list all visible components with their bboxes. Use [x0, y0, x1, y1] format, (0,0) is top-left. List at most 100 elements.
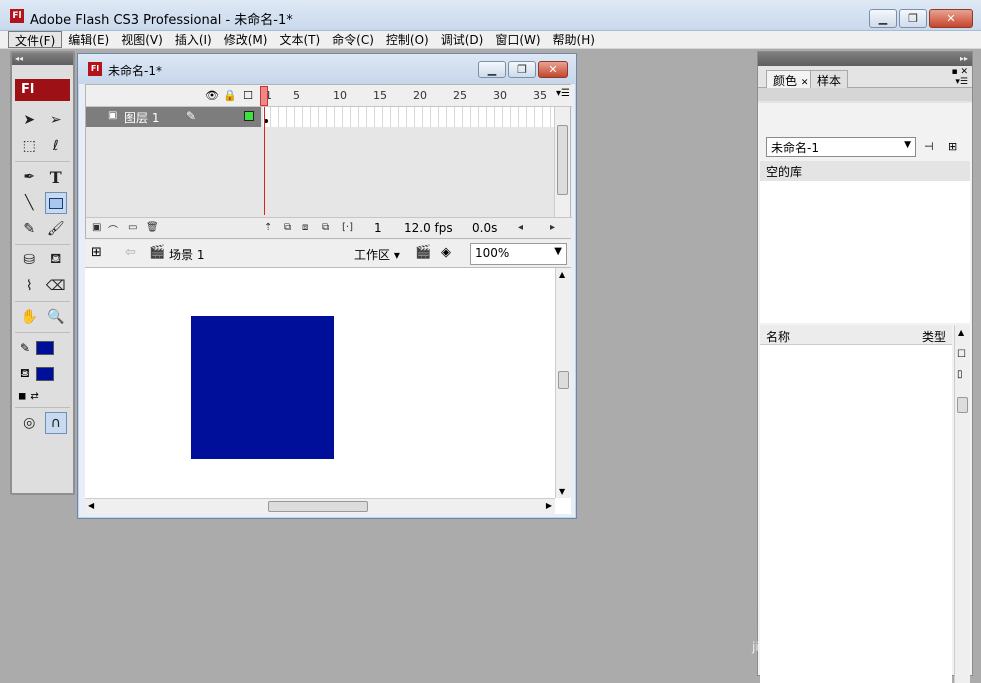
menu-text[interactable]: 文本(T) [273, 31, 326, 48]
library-document-value: 未命名-1 [771, 141, 819, 155]
object-drawing-option[interactable]: ◎ [18, 412, 40, 434]
window-title: Adobe Flash CS3 Professional - 未命名-1* [30, 13, 293, 28]
menu-modify[interactable]: 修改(M) [218, 31, 274, 48]
back-arrow-icon[interactable]: ⇦ [125, 245, 136, 260]
stage-area[interactable]: ▲ ▼ ◀ ▶ [85, 268, 571, 514]
pencil-tool[interactable]: ✎ [18, 218, 40, 240]
lasso-tool[interactable]: ℓ [45, 135, 67, 157]
stage-vertical-scrollbar[interactable]: ▲ ▼ [555, 268, 571, 498]
brush-tool[interactable]: 🖌 [45, 218, 67, 240]
edit-multiple-frames-icon[interactable]: ⧉ [322, 222, 329, 233]
scroll-up-icon[interactable]: ▲ [559, 270, 565, 279]
scroll-down-icon[interactable]: ▼ [559, 487, 565, 496]
playhead-handle[interactable] [260, 86, 268, 106]
layer-name-cell[interactable]: ▣ 图层 1 ✎ [86, 107, 261, 127]
eyedropper-tool[interactable]: ⌇ [18, 275, 40, 297]
tab-swatches[interactable]: 样本 [810, 70, 849, 88]
menu-insert[interactable]: 插入(I) [169, 31, 218, 48]
onion-skin-icon[interactable]: ⧉ [284, 222, 291, 233]
library-document-select[interactable]: 未命名-1 ▼ [766, 137, 916, 157]
menu-commands[interactable]: 命令(C) [326, 31, 380, 48]
column-name[interactable]: 名称 [766, 328, 790, 345]
paint-bucket-tool[interactable]: ⛾ [45, 249, 67, 271]
new-library-panel-icon[interactable]: ⊞ [948, 140, 957, 153]
layer-outline-color[interactable] [244, 111, 254, 121]
menu-window[interactable]: 窗口(W) [489, 31, 546, 48]
zoom-select[interactable]: 100% ▼ [470, 243, 567, 265]
menu-view[interactable]: 视图(V) [115, 31, 169, 48]
edit-scene-icon[interactable]: 🎬 [415, 245, 431, 260]
narrow-state-icon[interactable]: ▯ [957, 369, 963, 380]
free-transform-tool[interactable]: ⬚ [18, 135, 40, 157]
swap-colors-icon[interactable]: ⇄ [30, 391, 38, 402]
rectangle-tool[interactable] [44, 192, 67, 214]
timeline-vertical-scrollbar[interactable] [554, 107, 570, 217]
menu-file[interactable]: 文件(F) [8, 31, 63, 48]
close-button[interactable]: ✕ [929, 9, 973, 28]
layer-row[interactable]: ▣ 图层 1 ✎ [86, 107, 556, 127]
wide-state-icon[interactable]: ☐ [957, 349, 966, 360]
fill-color-swatch[interactable] [35, 367, 54, 381]
subselection-tool[interactable]: ➢ [45, 109, 67, 131]
scrollbar-thumb[interactable] [268, 501, 368, 512]
default-colors-icon[interactable]: ◼ [18, 391, 26, 402]
zoom-tool[interactable]: 🔍 [45, 306, 67, 328]
close-icon[interactable]: ✕ [801, 78, 809, 88]
ruler-number: 25 [453, 89, 467, 102]
library-vertical-scrollbar[interactable]: ▲ ☐ ▯ ▼ [954, 325, 970, 683]
menu-edit[interactable]: 编辑(E) [62, 31, 115, 48]
timeline-toggle-icon[interactable]: ⊞ [91, 245, 102, 260]
delete-layer-icon[interactable]: 🗑 [146, 222, 159, 233]
column-type[interactable]: 类型 [922, 328, 946, 345]
insert-layer-icon[interactable]: ▣ [92, 222, 101, 233]
scrollbar-thumb[interactable] [557, 125, 568, 195]
insert-folder-icon[interactable]: ▭ [128, 222, 137, 233]
document-restore-button[interactable]: ❐ [508, 61, 536, 78]
selection-tool[interactable]: ➤ [18, 109, 40, 131]
stroke-color-swatch[interactable] [36, 341, 55, 355]
modify-onion-markers-icon[interactable]: [·] [342, 222, 353, 233]
outline-icon[interactable]: ☐ [242, 89, 254, 102]
scroll-left-icon[interactable]: ◀ [88, 501, 94, 510]
scroll-left-icon[interactable]: ◂ [518, 222, 523, 233]
tab-color[interactable]: 颜色 ✕ [766, 70, 816, 88]
line-tool[interactable]: ╲ [18, 192, 40, 214]
pin-icon[interactable]: ⊣ [924, 140, 934, 153]
menu-help[interactable]: 帮助(H) [547, 31, 601, 48]
text-tool[interactable]: T [45, 166, 67, 188]
scroll-right-icon[interactable]: ▶ [546, 501, 552, 510]
center-frame-icon[interactable]: ⇡ [264, 222, 272, 233]
ruler-number: 10 [333, 89, 347, 102]
eraser-tool[interactable]: ⌫ [45, 275, 67, 297]
rectangle-shape[interactable] [191, 316, 334, 459]
document-minimize-button[interactable]: ▁ [478, 61, 506, 78]
menu-debug[interactable]: 调试(D) [435, 31, 490, 48]
timeline-menu-icon[interactable]: ▾☰ [556, 88, 570, 99]
eye-icon[interactable]: 👁 [205, 89, 219, 102]
edit-symbols-icon[interactable]: ◈ [441, 245, 451, 260]
scrollbar-thumb[interactable] [558, 371, 569, 389]
brush-icon: 🖌 [46, 221, 65, 237]
restore-button[interactable]: ❐ [899, 9, 927, 28]
minimize-button[interactable]: ▁ [869, 9, 897, 28]
panel-options-icon[interactable]: ▪ ✕▾☰ [951, 67, 968, 87]
scroll-right-icon[interactable]: ▸ [550, 222, 555, 233]
onion-skin-outlines-icon[interactable]: ⧈ [302, 222, 308, 233]
dock-grip[interactable]: ▸▸ [758, 52, 972, 66]
sort-icon[interactable]: ▲ [958, 328, 964, 337]
document-close-button[interactable]: ✕ [538, 61, 568, 78]
lock-icon[interactable]: 🔒 [223, 89, 237, 102]
add-motion-guide-icon[interactable]: ⌒ [108, 222, 118, 237]
frame-ruler[interactable]: 1 5 10 15 20 25 30 35 [263, 85, 548, 107]
pen-tool[interactable]: ✒ [18, 166, 40, 188]
tools-panel-grip[interactable]: ◂◂ [12, 53, 73, 65]
ink-bottle-tool[interactable]: ⛁ [18, 249, 40, 271]
hand-tool[interactable]: ✋ [18, 306, 40, 328]
stage-horizontal-scrollbar[interactable]: ◀ ▶ [85, 498, 555, 514]
snap-to-objects-option[interactable]: ∩ [44, 412, 67, 434]
menu-control[interactable]: 控制(O) [380, 31, 435, 48]
workspace-menu[interactable]: 工作区 ▾ [354, 246, 400, 263]
scene-label[interactable]: 场景 1 [169, 246, 204, 263]
scrollbar-thumb[interactable] [957, 397, 968, 413]
frames-strip[interactable] [263, 107, 556, 127]
